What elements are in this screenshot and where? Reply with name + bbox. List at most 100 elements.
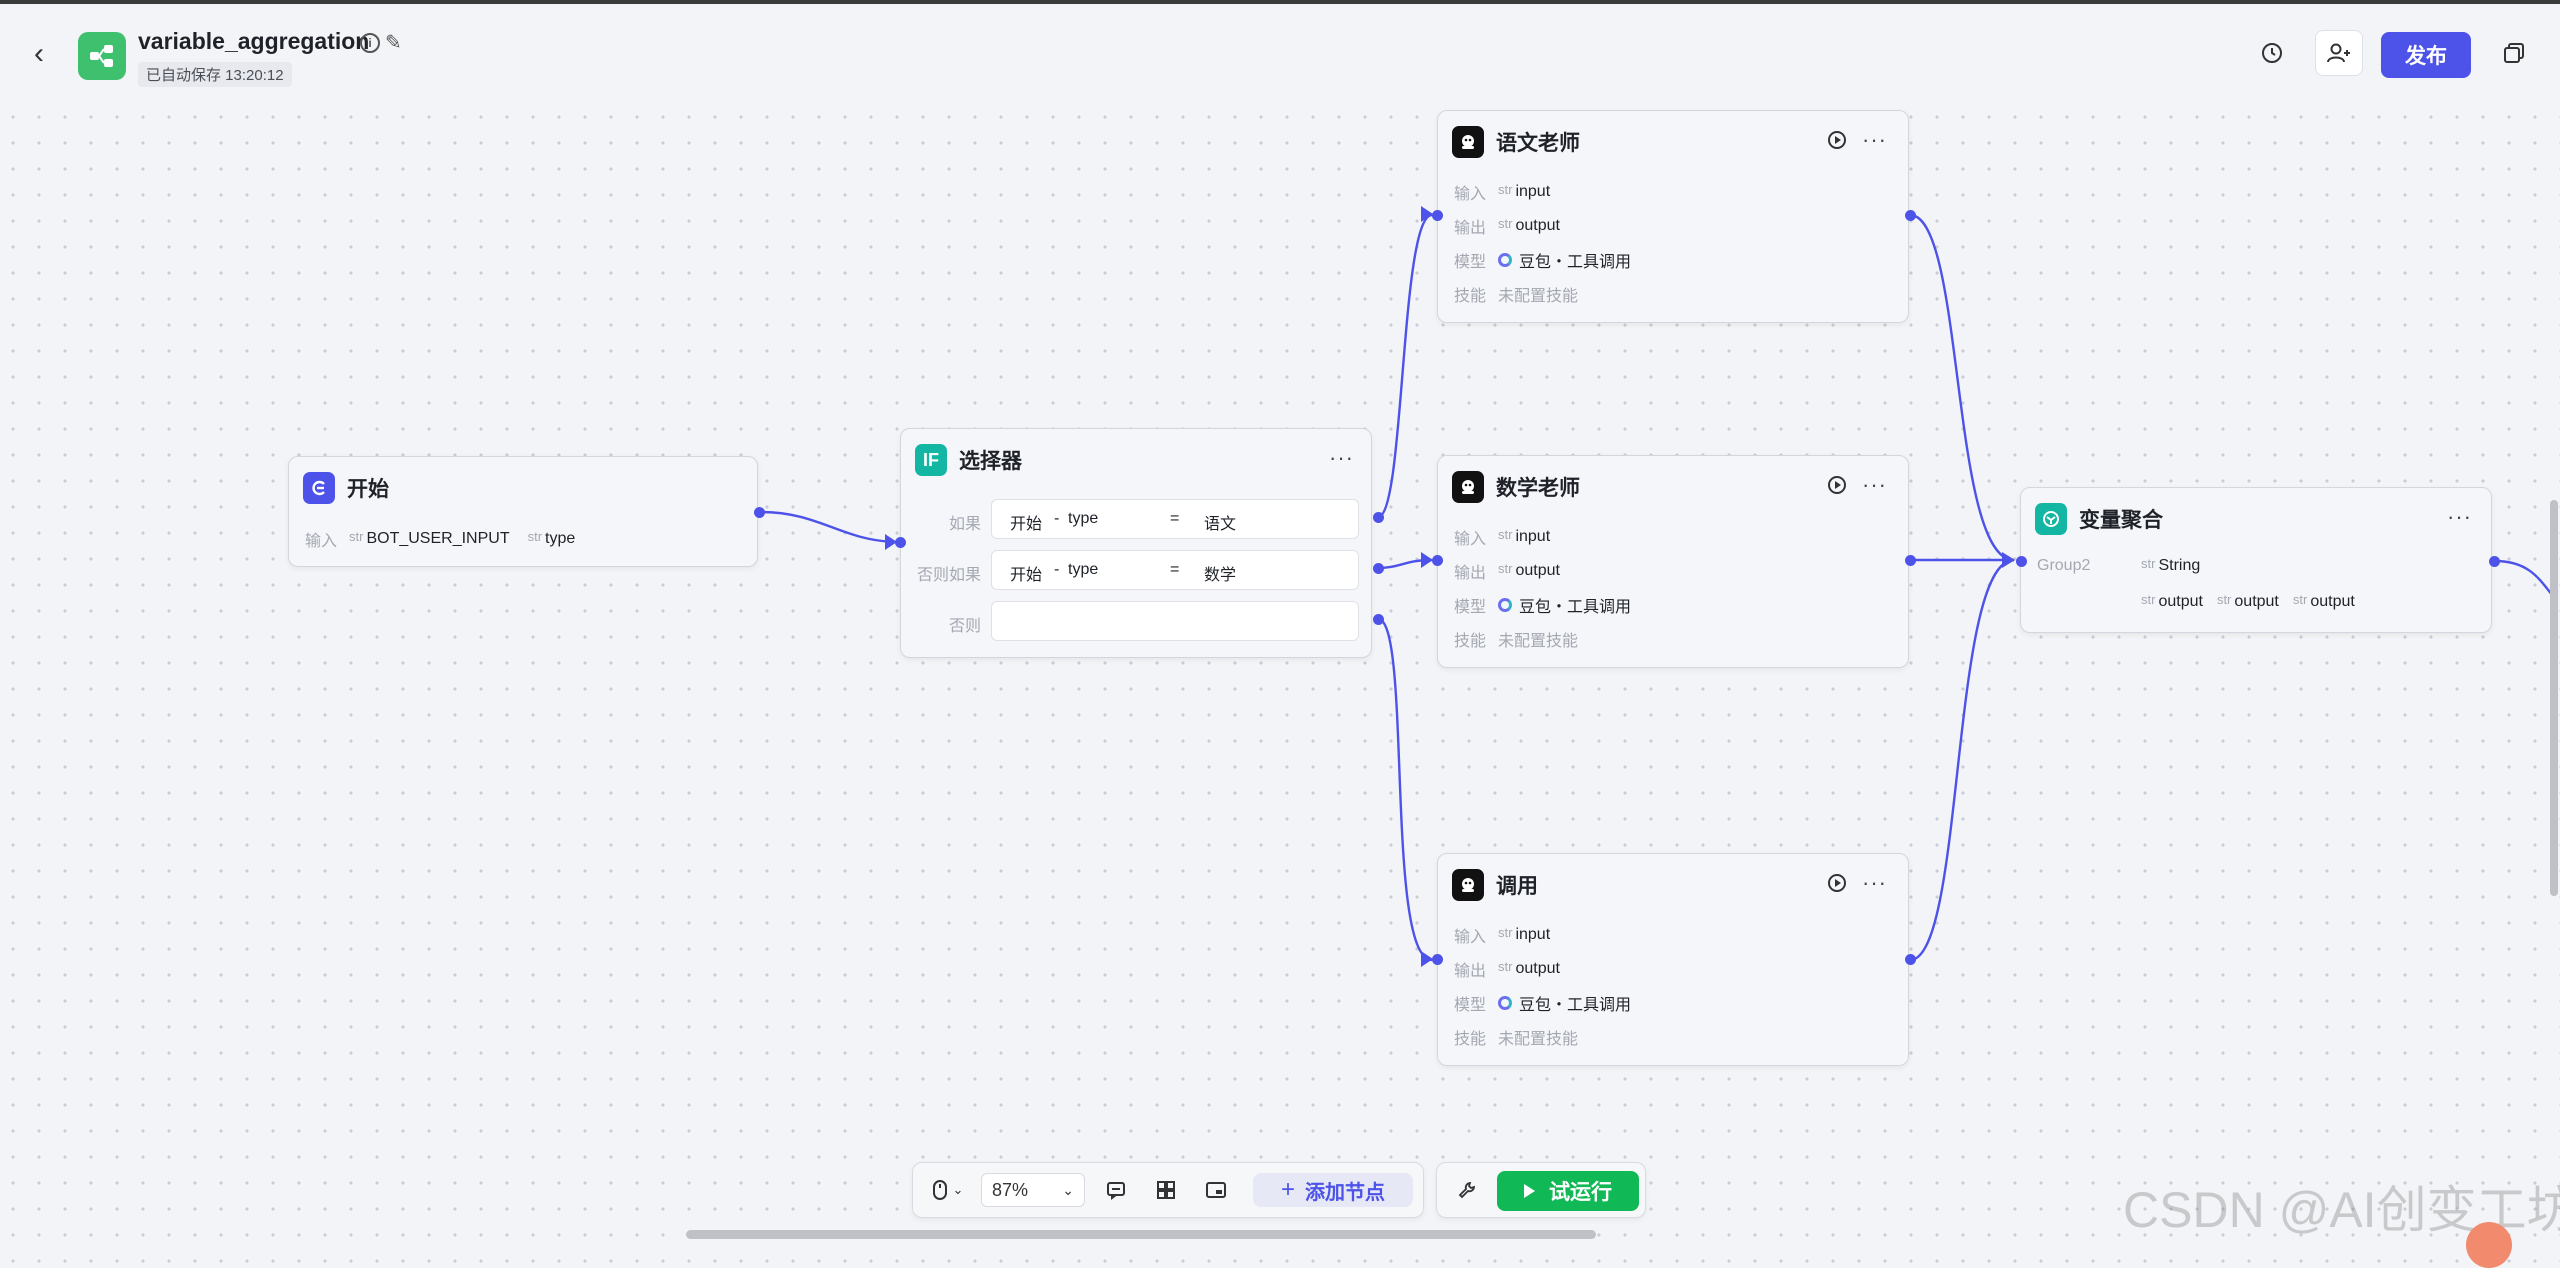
more-icon[interactable]: ···: [1862, 127, 1887, 153]
chevron-down-icon: ⌄: [1062, 1181, 1074, 1198]
copy-icon[interactable]: [2490, 30, 2538, 76]
node-header: 语文老师: [1452, 125, 1580, 159]
skill-label: 技能: [1454, 633, 1487, 650]
node-title: 数学老师: [1496, 477, 1580, 500]
aggregator-input-port[interactable]: [2016, 556, 2027, 567]
chinese-output-port[interactable]: [1905, 210, 1916, 221]
type-tag: str: [2141, 591, 2156, 607]
model-label: 模型: [1454, 599, 1487, 616]
run-icon[interactable]: [1828, 874, 1846, 892]
else-output-port[interactable]: [1373, 614, 1384, 625]
run-label: 试运行: [1549, 1181, 1612, 1204]
skill-row: 技能 未配置技能: [1454, 282, 1596, 306]
condition-label: 否则: [948, 618, 981, 635]
layout-icon[interactable]: [1149, 1173, 1183, 1207]
elseif-output-port[interactable]: [1373, 563, 1384, 574]
aggregator-output-port[interactable]: [2489, 556, 2500, 567]
test-run-button[interactable]: 试运行: [1497, 1171, 1639, 1211]
comment-icon[interactable]: [1099, 1173, 1133, 1207]
type-tag: str: [1498, 958, 1513, 974]
vertical-scrollbar[interactable]: [2550, 500, 2558, 896]
group-row: Group2 str String: [2037, 555, 2218, 575]
condition-else[interactable]: [991, 601, 1359, 641]
chinese-teacher-node[interactable]: 语文老师 ··· 输入 str input 输出 str output 模型 豆…: [1437, 110, 1909, 323]
condition-value: 语文: [1204, 516, 1237, 533]
zoom-value: 87%: [992, 1179, 1029, 1200]
type-tag: str: [2141, 555, 2156, 571]
node-title: 选择器: [959, 450, 1022, 473]
output-row: 输出 str output: [1454, 957, 1578, 981]
math-teacher-node[interactable]: 数学老师 ··· 输入 str input 输出 str output 模型 豆…: [1437, 455, 1909, 668]
var-name: output: [2310, 593, 2355, 610]
wrench-icon[interactable]: [1447, 1173, 1487, 1207]
condition-sep: -: [1054, 561, 1060, 578]
output-row: 输出 str output: [1454, 559, 1578, 583]
workflow-icon: [78, 32, 126, 80]
condition-sep: -: [1054, 510, 1060, 527]
more-icon[interactable]: ···: [1862, 870, 1887, 896]
call-node[interactable]: 调用 ··· 输入 str input 输出 str output 模型 豆包・…: [1437, 853, 1909, 1066]
selector-node[interactable]: IF 选择器 ··· 如果 开始 - type = 语文 否则如果 开始 - t…: [900, 428, 1372, 658]
edit-icon[interactable]: ✎: [385, 30, 402, 55]
chinese-input-port[interactable]: [1432, 210, 1443, 221]
llm-icon: [1452, 471, 1484, 503]
if-icon-text: IF: [923, 449, 939, 470]
condition-value: 数学: [1204, 567, 1237, 584]
run-icon[interactable]: [1828, 476, 1846, 494]
model-row: 模型 豆包・工具调用: [1454, 991, 1649, 1015]
info-icon[interactable]: i: [360, 33, 380, 53]
node-header: IF 选择器: [915, 443, 1022, 477]
node-title: 语文老师: [1496, 132, 1580, 155]
group-label: Group2: [2037, 557, 2091, 574]
call-input-port[interactable]: [1432, 954, 1443, 965]
arrow-agg: [2002, 552, 2015, 568]
type-tag: str: [1498, 181, 1513, 197]
canvas-toolbar: ⌄ 87% ⌄ + 添加节点: [912, 1162, 1424, 1218]
collaborator-icon[interactable]: [2315, 30, 2363, 76]
math-input-port[interactable]: [1432, 555, 1443, 566]
edge-if-chinese: [1377, 213, 1433, 519]
back-icon[interactable]: ‹: [34, 39, 62, 69]
add-node-button[interactable]: + 添加节点: [1253, 1173, 1413, 1207]
skill-row: 技能 未配置技能: [1454, 1025, 1596, 1049]
math-output-port[interactable]: [1905, 555, 1916, 566]
variable-aggregator-node[interactable]: 变量聚合 ··· Group2 str String str output st…: [2020, 487, 2492, 633]
minimap-icon[interactable]: [1199, 1173, 1233, 1207]
condition-left: 开始: [1010, 567, 1043, 584]
vars-row: str output str output str output: [2141, 591, 2373, 611]
aggregate-icon: [2035, 503, 2067, 535]
model-row: 模型 豆包・工具调用: [1454, 593, 1649, 617]
condition-label: 如果: [948, 516, 981, 533]
param-name: output: [1515, 562, 1560, 579]
more-icon[interactable]: ···: [2447, 504, 2472, 530]
avatar[interactable]: [2466, 1222, 2512, 1268]
output-label: 输出: [1454, 565, 1487, 582]
input-label: 输入: [1454, 929, 1487, 946]
skill-row: 技能 未配置技能: [1454, 627, 1596, 651]
horizontal-scrollbar[interactable]: [686, 1230, 1596, 1239]
run-icon[interactable]: [1828, 131, 1846, 149]
param-name: input: [1515, 183, 1551, 200]
add-node-label: 添加节点: [1305, 1181, 1385, 1204]
more-icon[interactable]: ···: [1329, 445, 1354, 471]
output-label: 输出: [1454, 963, 1487, 980]
selector-input-port[interactable]: [895, 537, 906, 548]
edge-start-selector: [759, 510, 896, 544]
publish-button[interactable]: 发布: [2381, 32, 2471, 78]
condition-field: type: [1068, 561, 1099, 578]
condition-if[interactable]: 开始 - type = 语文: [991, 499, 1359, 539]
var-name: output: [2158, 593, 2203, 610]
more-icon[interactable]: ···: [1862, 472, 1887, 498]
call-output-port[interactable]: [1905, 954, 1916, 965]
mouse-mode-toggle[interactable]: ⌄: [925, 1173, 971, 1207]
param-name: output: [1515, 217, 1560, 234]
edge-else-call: [1377, 617, 1433, 962]
if-output-port[interactable]: [1373, 512, 1384, 523]
llm-icon: [1452, 869, 1484, 901]
condition-elseif[interactable]: 开始 - type = 数学: [991, 550, 1359, 590]
history-icon[interactable]: [2248, 30, 2296, 76]
type-tag: str: [1498, 526, 1513, 542]
zoom-select[interactable]: 87% ⌄: [981, 1173, 1085, 1207]
start-node[interactable]: 开始 输入 str BOT_USER_INPUT str type: [288, 456, 758, 567]
start-output-port[interactable]: [754, 507, 765, 518]
